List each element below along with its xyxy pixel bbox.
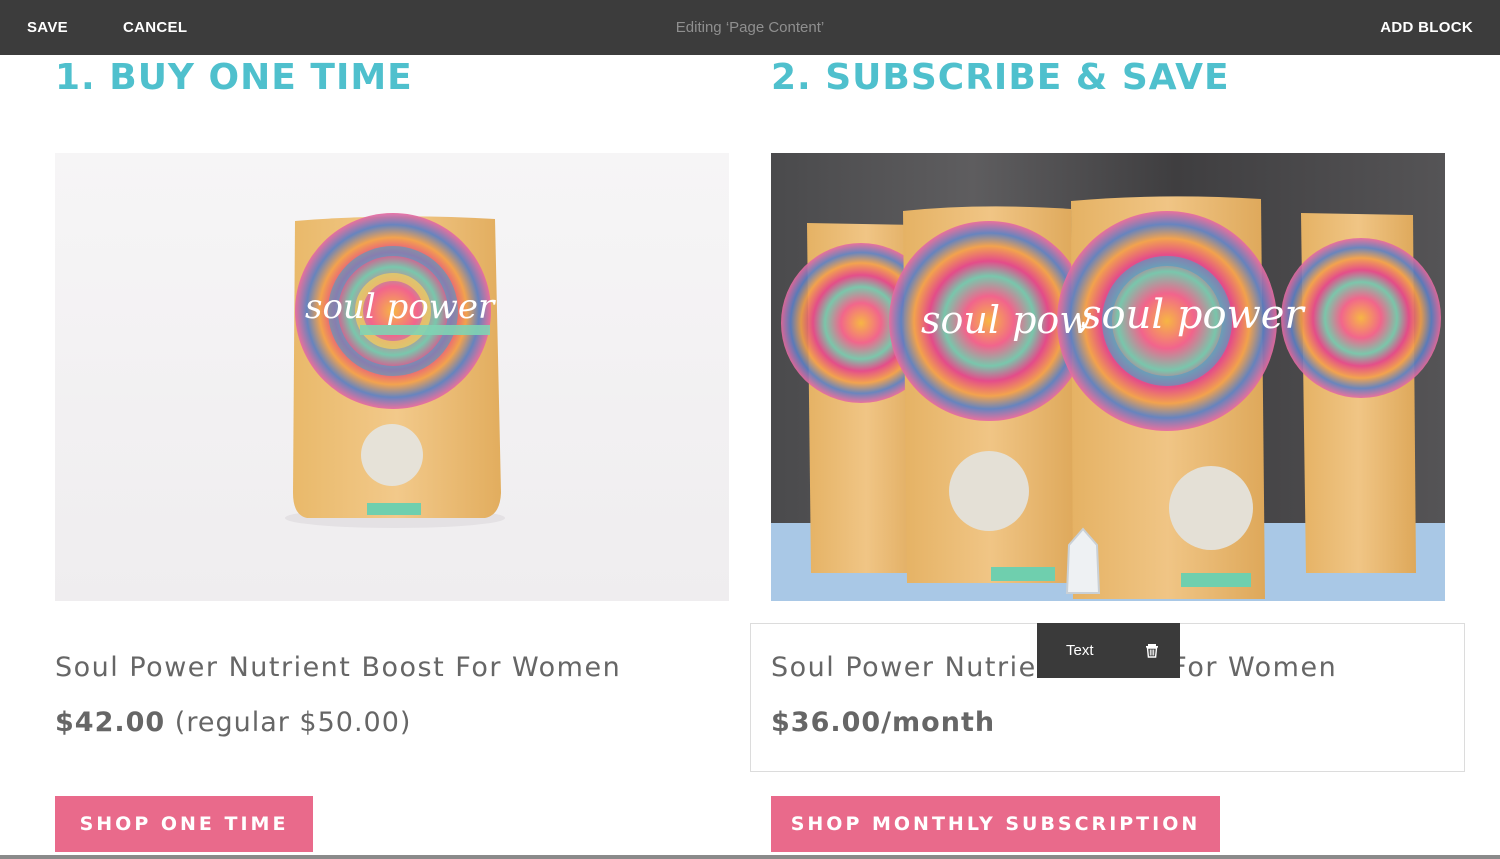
price-one-time: $42.00 (regular $50.00)	[55, 705, 411, 741]
cancel-button[interactable]: CANCEL	[123, 0, 187, 55]
subscription-price: $36.00/month	[771, 707, 996, 738]
shop-monthly-subscription-button[interactable]: SHOP MONTHLY SUBSCRIPTION	[771, 796, 1220, 852]
buy-one-time-heading: 1. BUY ONE TIME	[55, 57, 413, 98]
one-time-price: $42.00	[55, 707, 166, 738]
svg-text:soul power: soul power	[305, 287, 496, 327]
editor-toolbar: SAVE CANCEL Editing ‘Page Content’ ADD B…	[0, 0, 1500, 55]
product-name-one-time: Soul Power Nutrient Boost For Women	[55, 652, 622, 683]
regular-price-note: (regular $50.00)	[165, 707, 412, 738]
price-subscription[interactable]: $36.00/month	[771, 705, 995, 741]
svg-text:soul pow: soul pow	[921, 298, 1092, 342]
shop-one-time-button[interactable]: SHOP ONE TIME	[55, 796, 313, 852]
page-bottom-edge	[0, 855, 1500, 859]
save-button[interactable]: SAVE	[27, 0, 68, 55]
text-block-toolbar: Text	[1037, 623, 1180, 678]
svg-text:soul power: soul power	[1081, 292, 1306, 338]
block-type-label[interactable]: Text	[1066, 623, 1094, 678]
add-block-button[interactable]: ADD BLOCK	[1380, 0, 1473, 55]
trash-icon[interactable]	[1142, 640, 1162, 660]
subscribe-save-heading: 2. SUBSCRIBE & SAVE	[771, 57, 1230, 98]
editing-title: Editing ‘Page Content’	[675, 19, 825, 36]
multiple-bags-product-image[interactable]: soul pow soul power	[771, 153, 1445, 601]
single-bag-product-image[interactable]: soul power	[55, 153, 729, 601]
